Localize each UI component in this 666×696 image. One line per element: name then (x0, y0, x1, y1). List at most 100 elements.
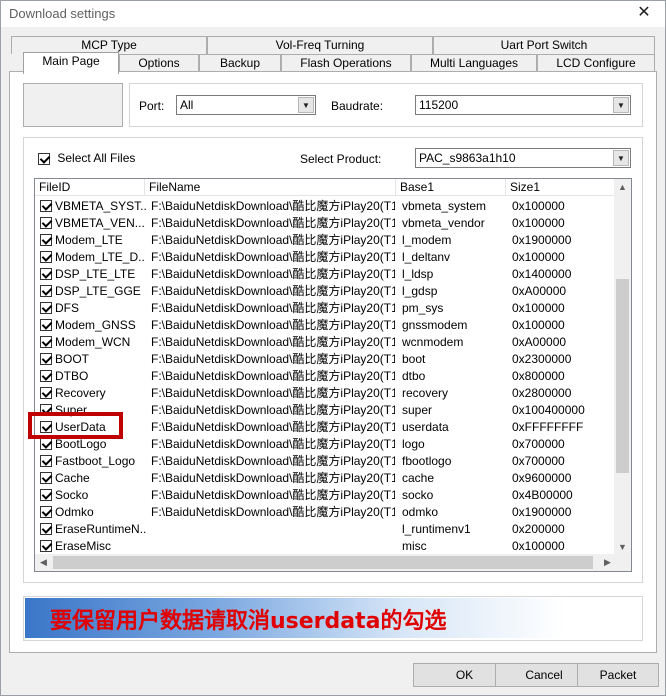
table-row[interactable]: DSP_LTE_GGE F:\BaiduNetdiskDownload\酷比魔方i… (35, 283, 617, 300)
file-id-cell[interactable]: Socko (40, 487, 146, 504)
file-id-cell[interactable]: Modem_LTE (40, 232, 146, 249)
table-row[interactable]: Odmko F:\BaiduNetdiskDownload\酷比魔方iPlay20… (35, 504, 617, 521)
checkbox-checked-icon[interactable] (40, 386, 52, 399)
file-id-cell[interactable]: VBMETA_SYST... (40, 198, 146, 215)
chevron-down-icon[interactable]: ▼ (613, 97, 629, 113)
port-select[interactable]: All ▼ (176, 95, 316, 115)
select-all-files-checkbox[interactable]: Select All Files (38, 151, 135, 165)
checkbox-checked-icon[interactable] (40, 267, 52, 280)
table-row[interactable]: Modem_WCN F:\BaiduNetdiskDownload\酷比魔方iPl… (35, 334, 617, 351)
table-row[interactable]: EraseMisc misc 0x100000 (35, 538, 617, 555)
checkbox-checked-icon[interactable] (40, 233, 52, 246)
file-id-text: Modem_GNSS (55, 318, 136, 332)
file-id-cell[interactable]: DSP_LTE_LTE (40, 266, 146, 283)
file-id-cell[interactable]: Modem_LTE_D... (40, 249, 146, 266)
close-icon[interactable]: ✕ (629, 3, 659, 25)
vertical-scroll-thumb[interactable] (616, 279, 629, 473)
checkbox-checked-icon[interactable] (40, 301, 52, 314)
checkbox-checked-icon[interactable] (40, 284, 52, 297)
tab-lcd-configure[interactable]: LCD Configure (537, 54, 655, 72)
file-name-cell: F:\BaiduNetdiskDownload\酷比魔方iPlay20(T1..… (151, 335, 395, 349)
table-row[interactable]: DTBO F:\BaiduNetdiskDownload\酷比魔方iPlay20(… (35, 368, 617, 385)
file-id-text: Recovery (55, 386, 106, 400)
chevron-down-icon[interactable]: ▼ (613, 150, 629, 166)
tab-row-back: MCP Type Vol-Freq Turning Uart Port Swit… (11, 36, 655, 54)
column-header-filename[interactable]: FileName (145, 179, 396, 196)
checkbox-checked-icon[interactable] (40, 335, 52, 348)
table-row[interactable]: Modem_GNSS F:\BaiduNetdiskDownload\酷比魔方iP… (35, 317, 617, 334)
packet-button[interactable]: Packet (577, 663, 659, 687)
file-id-cell[interactable]: DSP_LTE_GGE (40, 283, 146, 300)
checkbox-checked-icon[interactable] (38, 152, 50, 165)
file-id-cell[interactable]: DTBO (40, 368, 146, 385)
chevron-down-icon[interactable]: ▼ (298, 97, 314, 113)
tab-multi-languages[interactable]: Multi Languages (411, 54, 537, 72)
checkbox-checked-icon[interactable] (40, 505, 52, 518)
checkbox-checked-icon[interactable] (40, 216, 52, 229)
column-header-base1[interactable]: Base1 (396, 179, 506, 196)
file-name-cell: F:\BaiduNetdiskDownload\酷比魔方iPlay20(T1..… (151, 233, 395, 247)
tab-label: Multi Languages (429, 56, 519, 70)
size-cell: 0xA00000 (512, 284, 567, 298)
size-cell: 0x800000 (512, 369, 565, 383)
file-id-cell[interactable]: Modem_GNSS (40, 317, 146, 334)
table-row[interactable]: Modem_LTE F:\BaiduNetdiskDownload\酷比魔方iPl… (35, 232, 617, 249)
checkbox-checked-icon[interactable] (40, 437, 52, 450)
scroll-left-icon[interactable]: ◀ (35, 554, 52, 571)
table-row[interactable]: Cache F:\BaiduNetdiskDownload\酷比魔方iPlay20… (35, 470, 617, 487)
table-row[interactable]: Modem_LTE_D... F:\BaiduNetdiskDownload\酷比… (35, 249, 617, 266)
tab-main-page[interactable]: Main Page (23, 52, 119, 74)
table-row[interactable]: EraseRuntimeN... l_runtimenv1 0x200000 (35, 521, 617, 538)
tab-backup[interactable]: Backup (199, 54, 281, 72)
checkbox-checked-icon[interactable] (40, 454, 52, 467)
table-row[interactable]: VBMETA_VEN... F:\BaiduNetdiskDownload\酷比魔… (35, 215, 617, 232)
file-id-cell[interactable]: Cache (40, 470, 146, 487)
checkbox-checked-icon[interactable] (40, 250, 52, 263)
checkbox-checked-icon[interactable] (40, 352, 52, 365)
checkbox-checked-icon[interactable] (40, 199, 52, 212)
checkbox-checked-icon[interactable] (40, 471, 52, 484)
scroll-up-icon[interactable]: ▲ (614, 179, 631, 196)
product-select[interactable]: PAC_s9863a1h10 ▼ (415, 148, 631, 168)
file-id-cell[interactable]: Modem_WCN (40, 334, 146, 351)
tab-label: Vol-Freq Turning (275, 38, 365, 52)
column-header-size1[interactable]: Size1 (506, 179, 617, 196)
checkbox-checked-icon[interactable] (40, 539, 52, 552)
horizontal-scroll-thumb[interactable] (53, 556, 593, 569)
table-row[interactable]: DSP_LTE_LTE F:\BaiduNetdiskDownload\酷比魔方i… (35, 266, 617, 283)
table-row[interactable]: Recovery F:\BaiduNetdiskDownload\酷比魔方iPla… (35, 385, 617, 402)
checkbox-checked-icon[interactable] (40, 369, 52, 382)
file-id-cell[interactable]: Odmko (40, 504, 146, 521)
file-id-cell[interactable]: Fastboot_Logo (40, 453, 146, 470)
file-id-cell[interactable]: BOOT (40, 351, 146, 368)
table-row[interactable]: Socko F:\BaiduNetdiskDownload\酷比魔方iPlay20… (35, 487, 617, 504)
column-header-fileid[interactable]: FileID (35, 179, 145, 196)
horizontal-scrollbar[interactable]: ◀ ▶ (35, 554, 631, 571)
file-id-text: DFS (55, 301, 79, 315)
size-cell: 0x9600000 (512, 471, 572, 485)
baudrate-select[interactable]: 115200 ▼ (415, 95, 631, 115)
file-id-cell[interactable]: DFS (40, 300, 146, 317)
table-row[interactable]: BOOT F:\BaiduNetdiskDownload\酷比魔方iPlay20(… (35, 351, 617, 368)
table-row[interactable]: Fastboot_Logo F:\BaiduNetdiskDownload\酷比魔… (35, 453, 617, 470)
tab-label: Backup (219, 56, 261, 70)
size-cell: 0x100000 (512, 199, 565, 213)
file-id-cell[interactable]: Recovery (40, 385, 146, 402)
table-row[interactable]: DFS F:\BaiduNetdiskDownload\酷比魔方iPlay20(T… (35, 300, 617, 317)
file-name-cell: F:\BaiduNetdiskDownload\酷比魔方iPlay20(T1..… (151, 369, 395, 383)
file-id-cell[interactable]: EraseMisc (40, 538, 146, 555)
tab-uart-port-switch[interactable]: Uart Port Switch (433, 36, 655, 54)
file-id-cell[interactable]: VBMETA_VEN... (40, 215, 146, 232)
checkbox-checked-icon[interactable] (40, 522, 52, 535)
vertical-scrollbar[interactable]: ▲ ▼ (614, 179, 631, 556)
table-row[interactable]: VBMETA_SYST... F:\BaiduNetdiskDownload\酷比… (35, 198, 617, 215)
tab-vol-freq-turning[interactable]: Vol-Freq Turning (207, 36, 433, 54)
file-id-text: DSP_LTE_LTE (55, 267, 136, 281)
file-name-cell: F:\BaiduNetdiskDownload\酷比魔方iPlay20(T1..… (151, 199, 395, 213)
tab-options[interactable]: Options (119, 54, 199, 72)
scroll-right-icon[interactable]: ▶ (599, 554, 616, 571)
checkbox-checked-icon[interactable] (40, 488, 52, 501)
checkbox-checked-icon[interactable] (40, 318, 52, 331)
file-id-cell[interactable]: EraseRuntimeN... (40, 521, 146, 538)
tab-flash-operations[interactable]: Flash Operations (281, 54, 411, 72)
